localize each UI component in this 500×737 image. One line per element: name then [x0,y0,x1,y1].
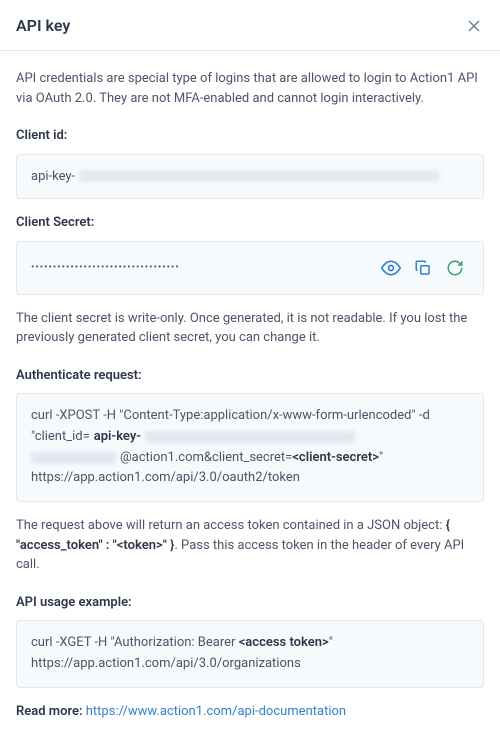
usage-example-code: curl -XGET -H "Authorization: Bearer <ac… [16,620,484,688]
auth-line-1: curl -XPOST -H "Content-Type:application… [31,406,469,427]
auth-request-code: curl -XPOST -H "Content-Type:application… [16,393,484,502]
client-id-label: Client id: [16,126,484,146]
read-more-link[interactable]: https://www.action1.com/api-documentatio… [86,704,346,719]
usage-example-label: API usage example: [16,593,484,613]
token-note: The request above will return an access … [16,516,484,575]
eye-icon [381,258,401,278]
read-more: Read more: https://www.action1.com/api-d… [16,702,484,722]
auth-line-2: "client_id=api-key-xx [31,427,469,448]
auth-line-3: xx@action1.com&client_secret=<client-sec… [31,448,469,469]
api-key-dialog: API key API credentials are special type… [0,0,500,737]
refresh-icon [446,259,464,277]
copy-secret-button[interactable] [409,254,437,282]
dialog-content: API credentials are special type of logi… [0,51,500,737]
client-id-redacted: xxxxxxxxxxxxxxxxxxxxxxxxxxxxxxxxxxxxxxxx [79,170,439,182]
close-icon [467,19,481,33]
usage-line-1: curl -XGET -H "Authorization: Bearer <ac… [31,633,469,654]
copy-icon [414,259,432,277]
client-id-prefix: api-key- [31,167,75,187]
intro-text: API credentials are special type of logi… [16,69,484,108]
client-secret-masked: •••••••••••••••••••••••••••••••••• [31,260,373,275]
reveal-secret-button[interactable] [377,254,405,282]
client-secret-note: The client secret is write-only. Once ge… [16,309,484,348]
auth-line-4: https://app.action1.com/api/3.0/oauth2/t… [31,468,469,489]
auth-redacted-1: xx [145,431,355,443]
dialog-title: API key [16,14,70,38]
auth-request-label: Authenticate request: [16,366,484,386]
read-more-label: Read more: [16,704,86,719]
client-secret-field: •••••••••••••••••••••••••••••••••• [16,241,484,295]
dialog-header: API key [0,0,500,51]
client-id-value: api-key- xxxxxxxxxxxxxxxxxxxxxxxxxxxxxxx… [16,154,484,200]
client-secret-label: Client Secret: [16,213,484,233]
usage-line-2: https://app.action1.com/api/3.0/organiza… [31,654,469,675]
regenerate-secret-button[interactable] [441,254,469,282]
close-button[interactable] [464,16,484,36]
auth-redacted-2: xx [31,452,116,464]
